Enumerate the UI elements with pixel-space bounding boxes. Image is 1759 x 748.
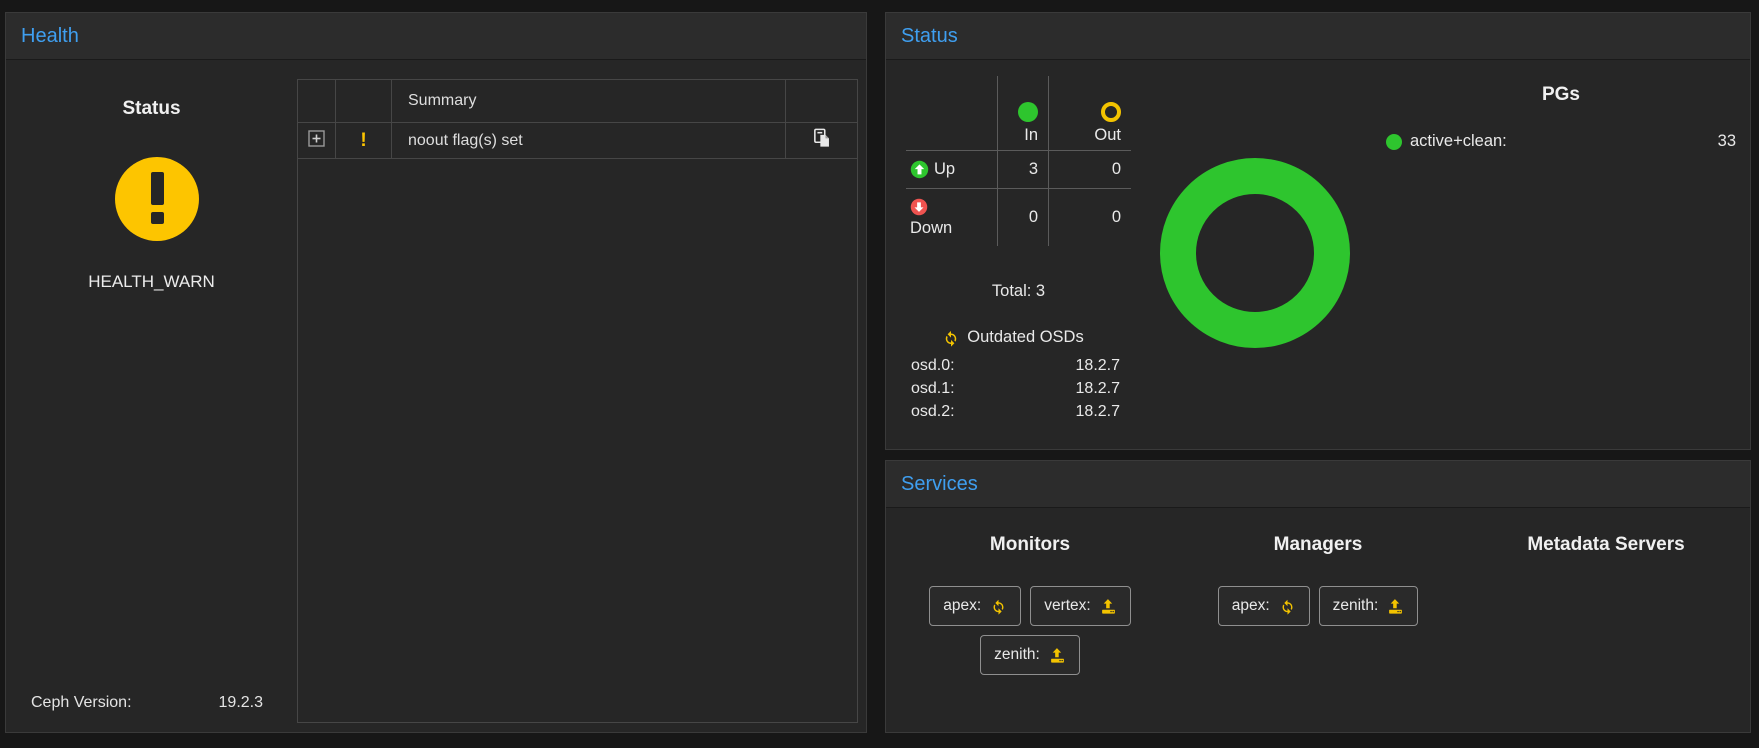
health-status-value: HEALTH_WARN [6, 272, 297, 292]
manager-apex-button[interactable]: apex: [1218, 586, 1310, 626]
ceph-version-label: Ceph Version: [31, 694, 132, 712]
status-panel-header: Status [886, 13, 1750, 60]
osd-down-out-value: 0 [1048, 188, 1131, 246]
osd-down-row-label: Down [906, 188, 997, 246]
refresh-icon [1279, 598, 1296, 615]
manager-apex-label: apex: [1232, 597, 1270, 615]
health-status-heading: Status [6, 98, 297, 120]
osd-name: osd.2: [911, 400, 955, 423]
pgs-legend-row: active+clean: 33 [1386, 132, 1736, 151]
active-clean-dot-icon [1386, 134, 1402, 150]
services-panel-header: Services [886, 461, 1750, 508]
pgs-legend-value: 33 [1718, 132, 1736, 151]
osd-total: Total: 3 [906, 282, 1131, 301]
metadata-servers-heading: Metadata Servers [1527, 534, 1684, 556]
osd-up-in-value: 3 [997, 150, 1048, 188]
manager-zenith-button[interactable]: zenith: [1319, 586, 1419, 626]
monitor-apex-button[interactable]: apex: [929, 586, 1021, 626]
summary-cell: noout flag(s) set [391, 123, 785, 158]
ceph-version-value: 19.2.3 [219, 694, 263, 712]
metadata-servers-column: Metadata Servers [1462, 508, 1750, 733]
managers-column: Managers apex: zenith: [1174, 508, 1462, 733]
outdated-osds-title-row: Outdated OSDs [906, 328, 1120, 347]
warning-exclamation-dot [151, 212, 164, 224]
arrow-circle-down-icon [910, 198, 929, 217]
table-row[interactable]: ! noout flag(s) set [298, 123, 857, 159]
manager-zenith-label: zenith: [1333, 597, 1379, 615]
monitors-column: Monitors apex: vertex: [886, 508, 1174, 733]
osd-down-in-value: 0 [997, 188, 1048, 246]
osd-version: 18.2.7 [1076, 400, 1120, 423]
arrow-circle-up-icon [910, 160, 929, 179]
osd-out-header-cell: Out [1048, 76, 1131, 150]
pgs-title: PGs [1386, 84, 1736, 106]
actions-column-header [785, 80, 857, 122]
outdated-osd-item: osd.2: 18.2.7 [906, 400, 1120, 423]
upload-icon [1100, 598, 1117, 615]
status-panel-body: In Out Up 3 0 [886, 60, 1750, 450]
services-panel-body: Monitors apex: vertex: [886, 508, 1750, 733]
outdated-osds-section: Outdated OSDs osd.0: 18.2.7 osd.1: 18.2.… [906, 328, 1120, 423]
osd-table-corner-cell [906, 76, 997, 150]
monitors-button-row-1: apex: vertex: [929, 586, 1130, 626]
warning-severity-icon: ! [360, 130, 366, 152]
status-panel-title: Status [901, 25, 958, 48]
monitor-apex-label: apex: [943, 597, 981, 615]
pgs-legend-label: active+clean: [1410, 132, 1507, 151]
in-green-dot-icon [1018, 102, 1038, 122]
up-label: Up [934, 160, 955, 179]
in-header-label: In [1024, 126, 1038, 145]
ceph-version-row: Ceph Version: 19.2.3 [31, 694, 263, 712]
out-yellow-ring-icon [1101, 102, 1121, 122]
health-panel-header: Health [6, 13, 866, 60]
upload-icon [1049, 647, 1066, 664]
pgs-donut-chart [1160, 158, 1350, 348]
osd-name: osd.0: [911, 354, 955, 377]
osd-version: 18.2.7 [1076, 377, 1120, 400]
status-panel: Status In Out [885, 12, 1751, 450]
expand-plus-icon[interactable] [308, 130, 325, 152]
osd-version: 18.2.7 [1076, 354, 1120, 377]
osd-up-out-value: 0 [1048, 150, 1131, 188]
health-panel: Health Status HEALTH_WARN Ceph Version: … [5, 12, 867, 733]
monitors-button-row-2: zenith: [980, 635, 1080, 675]
health-warning-icon [115, 157, 199, 241]
monitor-vertex-button[interactable]: vertex: [1030, 586, 1131, 626]
health-panel-body: Status HEALTH_WARN Ceph Version: 19.2.3 … [6, 60, 866, 733]
services-panel-title: Services [901, 473, 978, 496]
refresh-icon [942, 329, 960, 347]
managers-button-row-1: apex: zenith: [1218, 586, 1419, 626]
upload-icon [1387, 598, 1404, 615]
expand-column-header [298, 80, 335, 122]
refresh-icon [990, 598, 1007, 615]
health-summary-table: Summary ! noout flag(s) set [297, 79, 858, 723]
summary-table-header: Summary [298, 80, 857, 123]
monitors-heading: Monitors [990, 534, 1070, 556]
monitor-zenith-label: zenith: [994, 646, 1040, 664]
copy-to-clipboard-icon[interactable] [811, 127, 833, 154]
health-panel-title: Health [21, 25, 79, 48]
monitor-vertex-label: vertex: [1044, 597, 1091, 615]
summary-column-header: Summary [391, 80, 785, 122]
pgs-legend-block: PGs active+clean: 33 [1386, 84, 1736, 151]
outdated-osd-item: osd.1: 18.2.7 [906, 377, 1120, 400]
monitor-zenith-button[interactable]: zenith: [980, 635, 1080, 675]
osd-in-out-table: In Out Up 3 0 [906, 76, 1131, 246]
outdated-osds-title: Outdated OSDs [967, 328, 1083, 347]
services-panel: Services Monitors apex: vertex: [885, 460, 1751, 733]
osd-name: osd.1: [911, 377, 955, 400]
severity-column-header [335, 80, 391, 122]
warning-exclamation-bar [151, 172, 164, 205]
osd-up-row-label: Up [906, 150, 997, 188]
managers-heading: Managers [1274, 534, 1363, 556]
out-header-label: Out [1094, 126, 1121, 145]
outdated-osd-item: osd.0: 18.2.7 [906, 354, 1120, 377]
down-label: Down [910, 219, 952, 238]
osd-in-header-cell: In [997, 76, 1048, 150]
